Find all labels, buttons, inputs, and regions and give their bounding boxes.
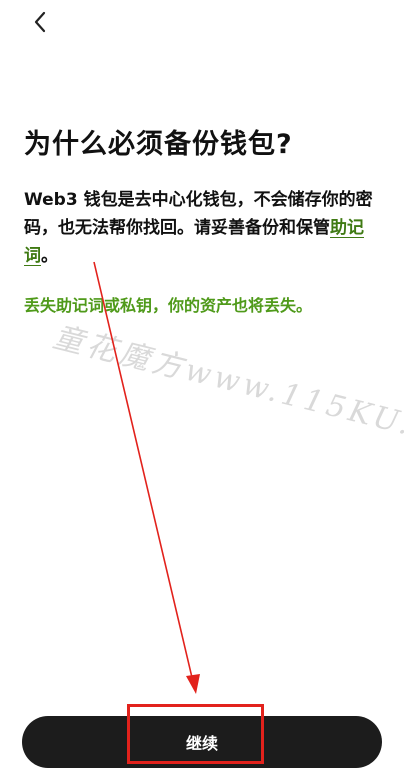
continue-button-label: 继续	[185, 734, 218, 753]
page-title: 为什么必须备份钱包?	[24, 129, 293, 160]
watermark: 童花魔方www.115KU.com	[49, 319, 404, 462]
description-suffix: 。	[41, 246, 58, 266]
description-text: Web3 钱包是去中心化钱包，不会储存你的密码，也无法帮你找回。请妥善备份和保管…	[24, 186, 390, 270]
back-button[interactable]	[26, 8, 54, 36]
chevron-left-icon	[33, 11, 47, 33]
continue-button[interactable]: 继续	[22, 716, 382, 768]
description-prefix: Web3 钱包是去中心化钱包，不会储存你的密码，也无法帮你找回。请妥善备份和保管	[24, 190, 373, 238]
